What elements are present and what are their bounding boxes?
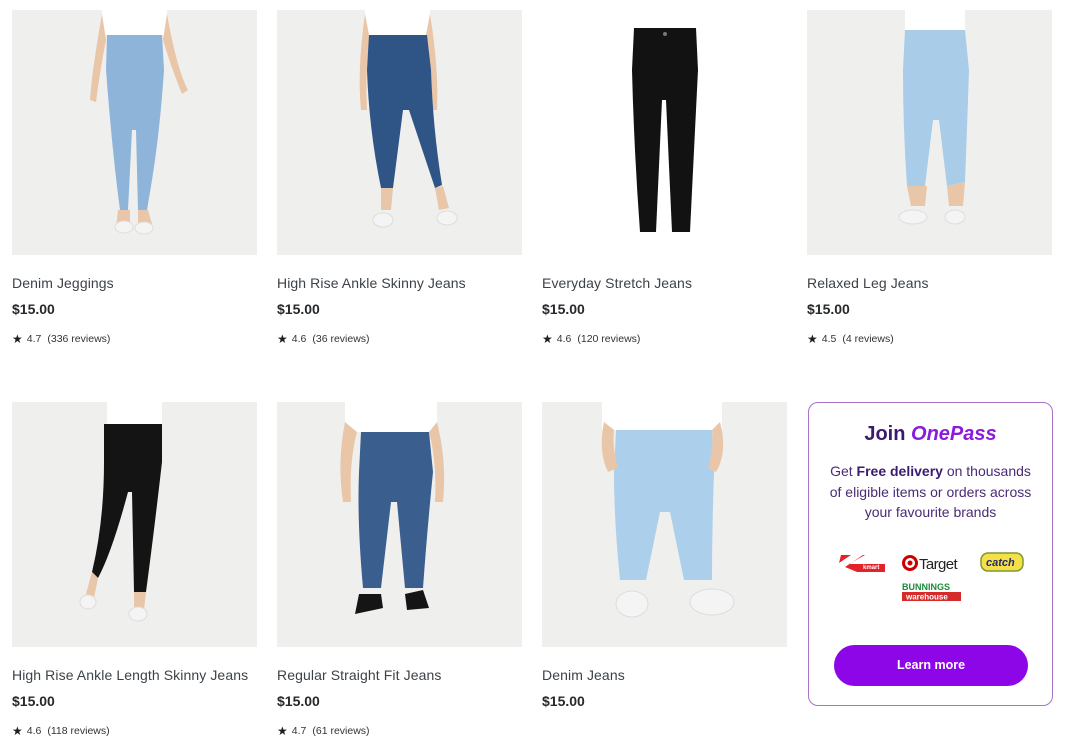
product-card[interactable]: High Rise Ankle Skinny Jeans $15.00 ★ 4.… (277, 10, 522, 346)
product-price: $15.00 (277, 693, 320, 709)
star-icon: ★ (12, 724, 23, 738)
product-rating: ★ 4.7 (336 reviews) (12, 332, 257, 346)
product-rating: ★ 4.7 (61 reviews) (277, 724, 522, 738)
product-price: $15.00 (277, 301, 320, 317)
product-rating: ★ 4.6 (118 reviews) (12, 724, 257, 738)
product-image[interactable] (542, 402, 787, 647)
catch-logo: catch (980, 551, 1024, 572)
product-price: $15.00 (542, 301, 585, 317)
product-image[interactable] (277, 10, 522, 255)
product-name[interactable]: High Rise Ankle Skinny Jeans (277, 274, 522, 292)
svg-text:catch: catch (986, 557, 1015, 569)
product-card[interactable]: Relaxed Leg Jeans $15.00 ★ 4.5 (4 review… (807, 10, 1052, 346)
product-price: $15.00 (12, 693, 55, 709)
target-logo: Target (902, 554, 959, 573)
product-name[interactable]: Denim Jeggings (12, 274, 257, 292)
product-name[interactable]: Regular Straight Fit Jeans (277, 666, 522, 684)
product-rating: ★ 4.6 (36 reviews) (277, 332, 522, 346)
partner-logos: kmart Target catch BUNNINGS warehouse (809, 547, 1052, 607)
rating-value: 4.7 (291, 725, 307, 737)
rating-value: 4.6 (26, 725, 42, 737)
rating-value: 4.7 (26, 333, 42, 345)
svg-text:kmart: kmart (863, 565, 879, 571)
star-icon: ★ (807, 332, 818, 346)
product-card[interactable]: Denim Jeggings $15.00 ★ 4.7 (336 reviews… (12, 10, 257, 346)
product-price: $15.00 (12, 301, 55, 317)
promo-desc-prefix: Get (830, 463, 853, 479)
product-image[interactable] (12, 402, 257, 647)
product-card[interactable]: Regular Straight Fit Jeans $15.00 ★ 4.7 … (277, 402, 522, 738)
promo-description: Get Free delivery on thousands of eligib… (826, 461, 1036, 523)
kmart-logo: kmart (831, 554, 885, 572)
product-card[interactable]: Everyday Stretch Jeans $15.00 ★ 4.6 (120… (542, 10, 787, 346)
product-price: $15.00 (807, 301, 850, 317)
product-name[interactable]: High Rise Ankle Length Skinny Jeans (12, 666, 257, 684)
bunnings-logo: BUNNINGS warehouse (902, 582, 961, 601)
product-name[interactable]: Denim Jeans (542, 666, 787, 684)
promo-title-prefix: Join (864, 423, 906, 445)
onepass-promo-card: Join OnePass Get Free delivery on thousa… (808, 402, 1053, 706)
star-icon: ★ (277, 724, 288, 738)
review-count[interactable]: (61 reviews) (312, 724, 369, 738)
star-icon: ★ (277, 332, 288, 346)
promo-desc-bold: Free delivery (856, 463, 943, 479)
product-name[interactable]: Everyday Stretch Jeans (542, 274, 787, 292)
product-price: $15.00 (542, 693, 585, 709)
product-card[interactable]: Denim Jeans $15.00 (542, 402, 787, 710)
product-rating: ★ 4.5 (4 reviews) (807, 332, 1052, 346)
rating-value: 4.5 (821, 333, 837, 345)
learn-more-button[interactable]: Learn more (834, 645, 1028, 686)
star-icon: ★ (12, 332, 23, 346)
onepass-logo: OnePass (911, 423, 997, 445)
product-rating: ★ 4.6 (120 reviews) (542, 332, 787, 346)
svg-text:Target: Target (919, 556, 959, 573)
rating-value: 4.6 (291, 333, 307, 345)
promo-title: Join OnePass (809, 421, 1052, 447)
product-image[interactable] (807, 10, 1052, 255)
review-count[interactable]: (118 reviews) (47, 724, 109, 738)
product-image[interactable] (542, 10, 787, 255)
svg-text:BUNNINGS: BUNNINGS (902, 582, 950, 592)
review-count[interactable]: (120 reviews) (577, 332, 640, 346)
rating-value: 4.6 (556, 333, 572, 345)
product-card[interactable]: High Rise Ankle Length Skinny Jeans $15.… (12, 402, 257, 738)
review-count[interactable]: (36 reviews) (312, 332, 369, 346)
product-image[interactable] (12, 10, 257, 255)
review-count[interactable]: (336 reviews) (47, 332, 110, 346)
product-image[interactable] (277, 402, 522, 647)
star-icon: ★ (542, 332, 553, 346)
product-name[interactable]: Relaxed Leg Jeans (807, 274, 1052, 292)
review-count[interactable]: (4 reviews) (842, 332, 893, 346)
partner-logos-graphic: kmart Target catch BUNNINGS warehouse (831, 551, 1024, 601)
svg-text:warehouse: warehouse (905, 592, 948, 601)
